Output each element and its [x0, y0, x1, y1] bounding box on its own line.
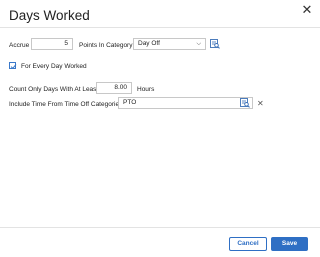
header-divider [0, 27, 320, 28]
category-select[interactable]: Day Off ⌵ [133, 38, 206, 50]
every-day-label: For Every Day Worked [21, 63, 87, 70]
save-button[interactable]: Save [271, 237, 308, 251]
footer-divider [0, 227, 320, 228]
close-icon[interactable]: ✕ [300, 3, 314, 17]
cancel-button[interactable]: Cancel [229, 237, 267, 251]
accrue-label: Accrue [9, 42, 30, 49]
points-in-category-label: Points In Category [79, 42, 133, 49]
time-off-categories-value: PTO [123, 99, 137, 106]
min-hours-input[interactable]: 8.00 [96, 82, 132, 94]
category-select-value: Day Off [138, 40, 160, 47]
include-time-label: Include Time From Time Off Categories [9, 101, 123, 108]
hours-label: Hours [137, 86, 155, 93]
checkmark-icon [10, 64, 17, 70]
count-only-label: Count Only Days With At Least [9, 86, 99, 93]
dialog-title: Days Worked [9, 8, 90, 23]
chevron-down-icon: ⌵ [196, 41, 201, 47]
category-lookup-icon[interactable] [210, 39, 220, 49]
accrue-points-input[interactable]: 5 [31, 38, 73, 50]
time-off-categories-field[interactable]: PTO [118, 97, 253, 109]
time-off-lookup-icon[interactable] [240, 98, 250, 108]
every-day-checkbox[interactable] [9, 62, 17, 70]
days-worked-dialog: Days Worked ✕ Accrue 5 Points In Categor… [0, 0, 320, 257]
clear-icon[interactable]: ✕ [257, 99, 264, 109]
